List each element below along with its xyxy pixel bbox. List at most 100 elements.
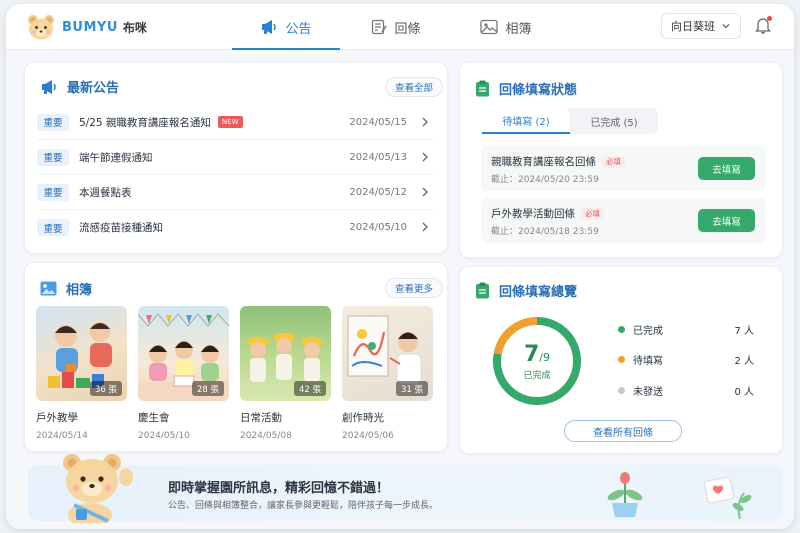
view-more-album-button[interactable]: 查看更多 <box>385 278 444 298</box>
class-selected-value: 向日葵班 <box>671 20 715 33</box>
banner-subtitle: 公告、回條與相簿整合，讓家長參與更輕鬆，陪伴孩子每一步成長。 <box>168 501 439 511</box>
announcement-date: 2024/05/12 <box>349 186 407 198</box>
reply-status-header: 回條填寫狀態 <box>475 79 577 98</box>
photo-count: 31 張 <box>395 381 428 396</box>
flower-pot-icon <box>607 472 643 517</box>
tab-reply-forms[interactable]: 回條 <box>342 4 450 50</box>
tab-announcements[interactable]: 公告 <box>232 4 340 50</box>
fill-reply-button[interactable]: 去填寫 <box>698 157 755 180</box>
reply-overview-header: 回條填寫總覽 <box>475 281 577 300</box>
album-photo-creative: 31 張 <box>342 306 433 401</box>
album-header: 相簿 <box>40 279 92 298</box>
donut-center: 7/9 已完成 <box>490 342 584 381</box>
announcement-row[interactable]: 重要 流感疫苗接種通知 2024/05/10 <box>37 210 433 245</box>
legend-label: 未發送 <box>633 386 663 398</box>
album-title: 相簿 <box>66 283 93 298</box>
chevron-right-icon <box>421 152 429 165</box>
brand-name-en: BUMYU <box>62 19 118 35</box>
bear-mascot-icon <box>63 454 133 523</box>
important-tag: 重要 <box>37 183 69 201</box>
done-count: 7 <box>523 342 540 367</box>
album-photo-birthday: 28 張 <box>138 306 229 401</box>
album-name: 戶外教學 <box>36 412 78 424</box>
tab-label: 公告 <box>285 21 312 37</box>
album-date: 2024/05/08 <box>240 431 292 441</box>
reply-status-title: 回條填寫狀態 <box>499 83 578 98</box>
photo-icon <box>40 281 57 296</box>
reply-item-title: 親職教育講座報名回條 <box>491 156 596 168</box>
new-badge: NEW <box>217 116 243 128</box>
legend-value: 0 人 <box>734 386 754 398</box>
reply-status-tabs: 待填寫 (2) 已完成 (5) <box>482 108 658 134</box>
tab-completed[interactable]: 已完成 (5) <box>570 108 658 134</box>
app-window: BUMYU 布咪 公告 回條 相簿 向日葵班 最新公告 查看全部 重要 5/25… <box>6 4 794 529</box>
view-all-announcements-button[interactable]: 查看全部 <box>385 77 444 97</box>
megaphone-icon <box>260 19 278 35</box>
brand-name-zh: 布咪 <box>122 20 147 35</box>
clipboard-icon <box>475 282 490 299</box>
album-item[interactable]: 28 張 慶生會 2024/05/10 <box>138 306 229 441</box>
album-name: 日常活動 <box>240 412 282 424</box>
chevron-down-icon <box>721 21 731 34</box>
announcement-title: 端午節連假通知 <box>79 151 153 164</box>
main-nav: 公告 回條 相簿 <box>232 4 560 50</box>
announcement-row[interactable]: 重要 5/25 親職教育講座報名通知 NEW 2024/05/15 <box>37 105 433 140</box>
donut-label: 已完成 <box>523 371 551 381</box>
announcement-row[interactable]: 重要 端午節連假通知 2024/05/13 <box>37 140 433 175</box>
notification-dot <box>767 16 772 21</box>
announcements-header: 最新公告 <box>40 77 119 96</box>
view-all-replies-button[interactable]: 查看所有回條 <box>564 420 682 442</box>
album-item[interactable]: 42 張 日常活動 2024/05/08 <box>240 306 331 441</box>
megaphone-icon <box>40 79 58 95</box>
legend-completed: 已完成 7 人 <box>618 322 754 337</box>
reply-item-title-row: 親職教育講座報名回條 必填 <box>491 154 625 169</box>
album-date: 2024/05/10 <box>138 431 190 441</box>
important-tag: 重要 <box>37 113 69 131</box>
important-tag: 重要 <box>37 148 69 166</box>
legend-value: 2 人 <box>734 355 754 367</box>
tab-label: 相簿 <box>505 21 532 37</box>
tab-album[interactable]: 相簿 <box>452 4 560 50</box>
reply-item: 戶外教學活動回條 必填 截止：2024/05/18 23:59 去填寫 <box>481 198 766 243</box>
announcements-card: 最新公告 查看全部 重要 5/25 親職教育講座報名通知 NEW 2024/05… <box>24 62 448 254</box>
top-header: BUMYU 布咪 公告 回條 相簿 向日葵班 <box>6 4 794 50</box>
announcement-date: 2024/05/15 <box>349 116 407 128</box>
promo-banner: 即時掌握園所訊息，精彩回憶不錯過！ 公告、回條與相簿整合，讓家長參與更輕鬆，陪伴… <box>28 454 783 523</box>
album-item[interactable]: 31 張 創作時光 2024/05/06 <box>342 306 433 441</box>
album-date: 2024/05/14 <box>36 431 88 441</box>
banner-title: 即時掌握園所訊息，精彩回憶不錯過！ <box>168 481 390 496</box>
logo[interactable]: BUMYU 布咪 <box>26 13 147 41</box>
album-name: 創作時光 <box>342 412 384 424</box>
class-selector[interactable]: 向日葵班 <box>661 13 741 39</box>
chevron-right-icon <box>421 187 429 200</box>
announcement-date: 2024/05/13 <box>349 151 407 163</box>
album-item[interactable]: 36 張 戶外教學 2024/05/14 <box>36 306 127 441</box>
album-date: 2024/05/06 <box>342 431 394 441</box>
chevron-right-icon <box>421 117 429 130</box>
legend-dot <box>618 355 625 363</box>
required-badge: 必填 <box>602 155 625 168</box>
announcement-title: 流感疫苗接種通知 <box>79 222 163 234</box>
announcement-row[interactable]: 重要 本週餐點表 2024/05/12 <box>37 175 433 210</box>
bear-logo-icon <box>26 13 56 41</box>
clipboard-icon <box>475 80 490 97</box>
legend-label: 已完成 <box>633 325 663 337</box>
photo-count: 28 張 <box>191 381 224 396</box>
chevron-right-icon <box>421 222 429 235</box>
reply-item: 親職教育講座報名回條 必填 截止：2024/05/20 23:59 去填寫 <box>481 146 766 191</box>
reply-item-title: 戶外教學活動回條 <box>491 208 575 220</box>
photo-count: 42 張 <box>293 381 326 396</box>
announcement-title: 5/25 親職教育講座報名通知 <box>79 116 211 129</box>
fill-reply-button[interactable]: 去填寫 <box>698 209 755 232</box>
legend-label: 待填寫 <box>633 355 663 367</box>
required-badge: 必填 <box>581 207 604 220</box>
album-name: 慶生會 <box>138 412 170 424</box>
reply-deadline: 截止：2024/05/20 23:59 <box>491 175 599 185</box>
reply-deadline: 截止：2024/05/18 23:59 <box>491 227 599 237</box>
tab-label: 回條 <box>394 21 421 37</box>
tab-pending[interactable]: 待填寫 (2) <box>482 108 570 134</box>
legend-dot <box>618 386 625 394</box>
album-photo-daily: 42 張 <box>240 306 331 401</box>
heart-card-icon <box>704 476 752 519</box>
announcement-date: 2024/05/10 <box>349 222 407 233</box>
